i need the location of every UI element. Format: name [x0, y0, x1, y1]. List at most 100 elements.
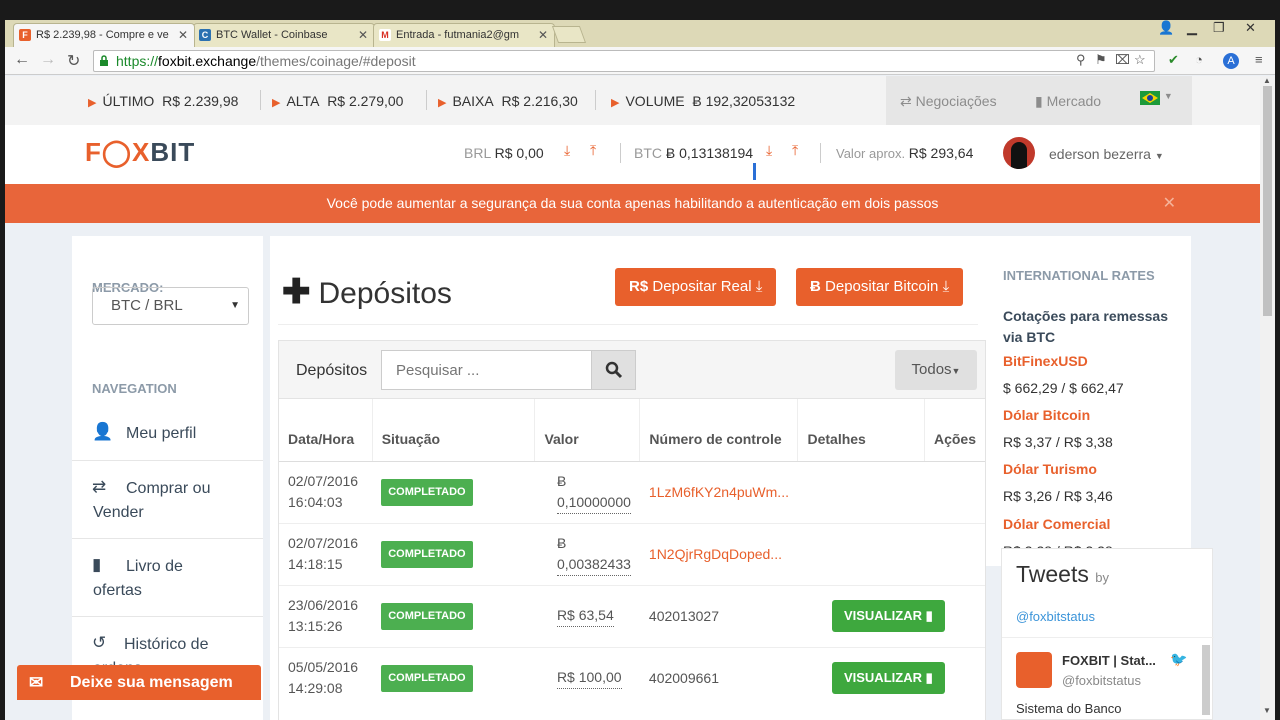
profile-icon[interactable]: 👤 — [1158, 20, 1174, 36]
deposits-panel: Depósitos Todos▼ Data/Hora Situação Valo… — [278, 340, 986, 720]
filter-dropdown[interactable]: Todos▼ — [895, 350, 977, 390]
balance-value: Ƀ 0,13138194 — [665, 145, 754, 161]
column-header[interactable]: Data/Hora — [279, 399, 373, 462]
translate-icon[interactable]: ⌧ — [1115, 52, 1130, 68]
foxbit-logo[interactable]: F◯XBIT — [85, 137, 195, 168]
rate-name[interactable]: Dólar Bitcoin — [1003, 407, 1090, 423]
tweet-author[interactable]: FOXBIT | Stat... — [1062, 653, 1156, 668]
scrollbar-thumb[interactable] — [1263, 86, 1272, 316]
extension-2-icon[interactable]: ◔ — [1195, 52, 1203, 67]
sidebar-item-profile[interactable]: 👤 Meu perfil — [72, 407, 263, 460]
button-label: Depositar Real — [652, 278, 752, 295]
tweet-avatar[interactable] — [1016, 652, 1052, 688]
close-tab-icon[interactable]: ✕ — [538, 24, 548, 46]
sidebar-item-trade[interactable]: ⇄ Comprar ou Vender — [72, 460, 263, 538]
value-link[interactable]: Ƀ 0,00382433 — [556, 533, 631, 576]
international-rates: INTERNATIONAL RATES Cotações para remess… — [986, 236, 1191, 566]
rate-name[interactable]: BitFinexUSD — [1003, 353, 1088, 369]
address-bar[interactable]: https://foxbit.exchange/themes/coinage/#… — [93, 50, 1155, 72]
caret-down-icon: ▼ — [1163, 91, 1173, 101]
search-button[interactable] — [591, 350, 636, 390]
control-number-link[interactable]: 1LzM6fKY2n4puWm... — [649, 484, 789, 500]
envelope-icon: ✉ — [29, 673, 44, 692]
sidebar-item-label: Livro de ofertas — [93, 558, 183, 599]
tab-gmail[interactable]: M Entrada - futmania2@gm ✕ — [373, 23, 555, 47]
close-window-icon[interactable]: ✕ — [1245, 20, 1256, 36]
rate-value: R$ 3,37 / R$ 3,38 — [1003, 434, 1113, 450]
deposit-real-button[interactable]: R$ Depositar Real ⤓ — [615, 268, 777, 306]
close-tab-icon[interactable]: ✕ — [178, 24, 188, 46]
twitter-widget: Tweets by @foxbitstatus FOXBIT | Stat...… — [1001, 548, 1214, 720]
bookmark-star-icon[interactable]: ☆ — [1134, 52, 1146, 68]
user-menu[interactable]: ederson bezerra ▼ — [1049, 146, 1164, 162]
avatar[interactable] — [1003, 137, 1035, 169]
market-select[interactable]: BTC / BRL ▼ — [92, 287, 249, 325]
search-input[interactable] — [381, 350, 592, 390]
tab-title: R$ 2.239,98 - Compre e ve — [36, 29, 169, 41]
column-header[interactable]: Detalhes — [797, 399, 925, 462]
column-header[interactable]: Número de controle — [639, 399, 799, 462]
twitter-handle-link[interactable]: @foxbitstatus — [1016, 609, 1095, 624]
reload-icon[interactable]: ↻ — [67, 51, 80, 71]
text-cursor — [753, 163, 756, 180]
column-header[interactable]: Valor — [534, 399, 641, 462]
ticker-label: VOLUME — [625, 93, 685, 109]
widget-scrollbar[interactable] — [1202, 645, 1210, 715]
back-icon[interactable]: ← — [14, 51, 30, 69]
value-link[interactable]: R$ 100,00 — [556, 667, 622, 690]
close-alert-icon[interactable]: ✕ — [1163, 184, 1176, 223]
nav-mercado[interactable]: ▮ Mercado — [1035, 93, 1101, 110]
time: 14:29:08 — [288, 680, 343, 697]
table-row: 02/07/2016 16:04:03 COMPLETADO Ƀ 0,1000000… — [279, 460, 985, 523]
nav-negociacoes[interactable]: ⇄ Negociações — [900, 93, 997, 110]
caret-down-icon: ▼ — [951, 366, 961, 376]
amount: 0,00382433 — [556, 555, 631, 572]
rate-name[interactable]: Dólar Comercial — [1003, 516, 1110, 532]
url-path: /themes/coinage/#deposit — [256, 53, 416, 69]
page-scrollbar[interactable]: ▲ ▼ — [1260, 76, 1275, 720]
control-number-link[interactable]: 1N2QjrRgDqDoped... — [649, 546, 782, 562]
leave-message-button[interactable]: ✉ Deixe sua mensagem — [17, 665, 261, 700]
caret-right-icon: ▶ — [611, 97, 620, 109]
extension-3-icon[interactable]: A — [1223, 53, 1239, 69]
withdraw-btc-icon[interactable]: ⤒ — [792, 142, 798, 159]
download-icon: ⤓ — [755, 278, 763, 295]
withdraw-brl-icon[interactable]: ⤒ — [590, 142, 596, 159]
url-scheme: https:// — [116, 53, 159, 69]
column-header[interactable]: Situação — [372, 399, 536, 462]
tab-foxbit[interactable]: F R$ 2.239,98 - Compre e ve ✕ — [13, 23, 195, 47]
minimize-icon[interactable]: ▁ — [1187, 20, 1197, 36]
tab-coinbase[interactable]: C BTC Wallet - Coinbase ✕ — [193, 23, 375, 47]
language-selector[interactable]: ▼ — [1140, 91, 1173, 108]
scroll-up-icon[interactable]: ▲ — [1263, 76, 1271, 85]
maximize-icon[interactable]: ❐ — [1213, 20, 1225, 36]
panel-header: Depósitos Todos▼ — [279, 341, 985, 399]
file-icon: ▮ — [925, 608, 933, 623]
rate-name[interactable]: Dólar Turismo — [1003, 461, 1097, 477]
deposit-bitcoin-button[interactable]: Ƀ Depositar Bitcoin ⤓ — [796, 268, 964, 306]
visualizar-button[interactable]: VISUALIZAR ▮ — [831, 662, 945, 695]
browser-window: F R$ 2.239,98 - Compre e ve ✕ C BTC Wall… — [5, 20, 1275, 720]
ticker-low: ▶ BAIXA R$ 2.216,30 — [438, 93, 578, 109]
extension-icon[interactable]: ✔ — [1168, 52, 1179, 68]
column-header[interactable]: Ações — [924, 399, 985, 462]
scroll-down-icon[interactable]: ▼ — [1263, 706, 1271, 715]
control-cell: 402009661 — [639, 646, 798, 709]
zoom-icon[interactable]: ⚲ — [1076, 52, 1086, 68]
sidebar-item-orderbook[interactable]: ▮ Livro de ofertas — [72, 538, 263, 616]
new-tab-button[interactable] — [551, 26, 587, 43]
close-tab-icon[interactable]: ✕ — [358, 24, 368, 46]
value-link[interactable]: R$ 63,54 — [556, 605, 614, 627]
forward-icon[interactable]: → — [40, 51, 56, 69]
visualizar-button[interactable]: VISUALIZAR ▮ — [831, 600, 945, 632]
table-header-row: Data/Hora Situação Valor Número de contr… — [279, 399, 985, 462]
amount: 0,10000000 — [556, 493, 631, 510]
tweet-handle[interactable]: @foxbitstatus — [1062, 673, 1141, 688]
deposit-brl-icon[interactable]: ⤓ — [564, 142, 570, 159]
deposit-btc-icon[interactable]: ⤓ — [766, 142, 772, 159]
menu-icon[interactable]: ≡ — [1255, 52, 1263, 67]
value-link[interactable]: Ƀ 0,10000000 — [556, 471, 631, 514]
pin-icon[interactable]: ⚑ — [1095, 52, 1107, 68]
chat-label: Deixe sua mensagem — [70, 674, 233, 691]
datetime-cell: 02/07/2016 14:18:15 — [279, 522, 373, 585]
